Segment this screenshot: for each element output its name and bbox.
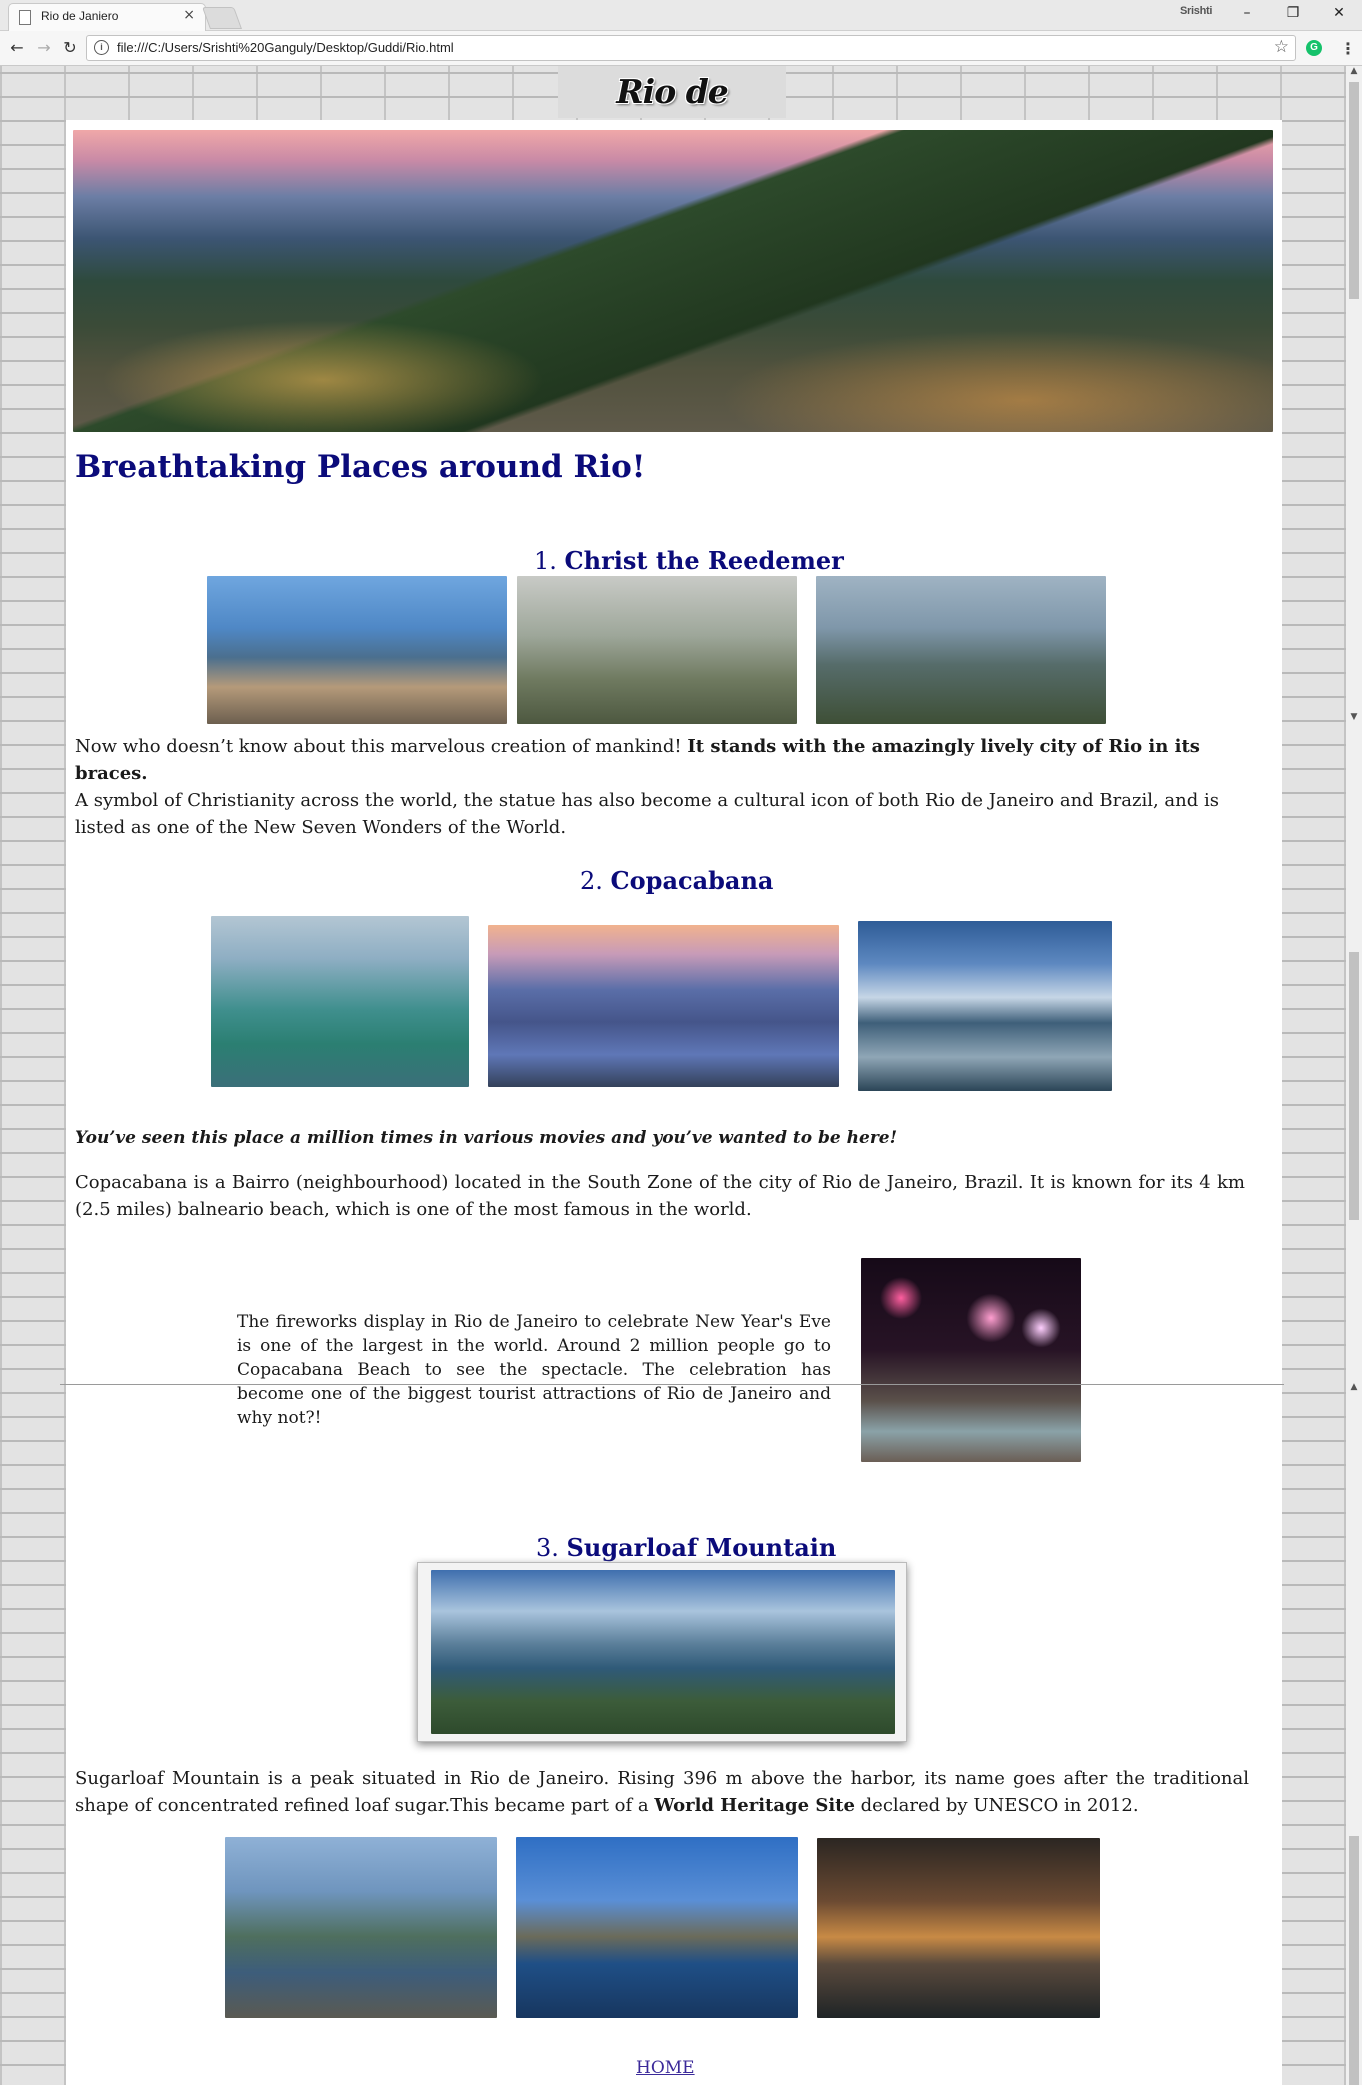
section-2-name: Copacabana	[610, 866, 774, 895]
scroll-up-arrow-icon[interactable]: ▲	[1346, 66, 1362, 76]
section-1-number: 1.	[534, 547, 557, 575]
section-3-title: 3. Sugarloaf Mountain	[536, 1533, 836, 1562]
section-1-name: Christ the Reedemer	[564, 546, 844, 575]
close-tab-icon[interactable]: ×	[183, 7, 195, 23]
close-window-button[interactable]: ✕	[1316, 2, 1362, 26]
browser-toolbar: ← → ↻ i file:///C:/Users/Srishti%20Gangu…	[0, 31, 1362, 66]
page-divider-line	[60, 1384, 1284, 1385]
info-icon[interactable]: i	[94, 40, 109, 55]
back-button[interactable]: ←	[5, 36, 29, 60]
christ-image-2	[517, 576, 797, 724]
fireworks-image	[861, 1258, 1081, 1462]
scrollbar-thumb-bottom[interactable]	[1349, 1836, 1359, 2085]
url-text[interactable]: file:///C:/Users/Srishti%20Ganguly/Deskt…	[117, 40, 454, 55]
page-scrollbar[interactable]: ▲ ▼ ▲	[1346, 66, 1362, 2085]
copacabana-image-2	[488, 925, 839, 1087]
hero-rio-panorama	[73, 130, 1273, 432]
fireworks-description: The fireworks display in Rio de Janeiro …	[237, 1312, 831, 1428]
section-1-title: 1. Christ the Reedemer	[534, 546, 844, 575]
new-tab-button[interactable]	[201, 7, 243, 29]
section-2-title: 2. Copacabana	[580, 866, 773, 895]
restore-button[interactable]: ❐	[1270, 2, 1316, 26]
reload-button[interactable]: ↻	[58, 36, 82, 60]
section-2-tagline: You’ve seen this place a million times i…	[75, 1128, 898, 1148]
section-1-more-text: A symbol of Christianity across the worl…	[75, 790, 1219, 838]
sugarloaf-panorama	[431, 1570, 895, 1734]
christ-image-1	[207, 576, 507, 724]
section-3-name: Sugarloaf Mountain	[566, 1533, 837, 1562]
forward-button[interactable]: →	[32, 36, 56, 60]
section-1-text: Now who doesn’t know about this marvelou…	[75, 736, 688, 757]
sugarloaf-image-3	[817, 1838, 1100, 2018]
tab-title: Rio de Janiero	[41, 9, 119, 23]
minimize-button[interactable]: –	[1224, 2, 1270, 26]
section-3-bold-text: World Heritage Site	[654, 1795, 855, 1816]
grammarly-extension-icon[interactable]: G	[1306, 40, 1322, 56]
copacabana-image-1	[211, 916, 469, 1087]
christ-image-3	[816, 576, 1106, 724]
scroll-arrow-icon[interactable]: ▲	[1346, 1382, 1362, 1392]
browser-menu-icon[interactable]: ⋮	[1340, 39, 1356, 58]
scroll-down-arrow-icon[interactable]: ▼	[1346, 712, 1362, 722]
copacabana-image-3	[858, 921, 1112, 1091]
home-link[interactable]: HOME	[636, 2058, 695, 2078]
profile-name[interactable]: Srishti	[1180, 5, 1212, 17]
bookmark-star-icon[interactable]: ☆	[1274, 37, 1289, 57]
section-3-end-text: declared by UNESCO in 2012.	[854, 1795, 1139, 1816]
document-icon	[19, 10, 31, 25]
scrollbar-thumb-top[interactable]	[1349, 82, 1359, 299]
tab-bar: Rio de Janiero × Srishti – ❐ ✕	[0, 0, 1362, 31]
address-bar[interactable]: i file:///C:/Users/Srishti%20Ganguly/Des…	[86, 35, 1296, 61]
section-1-description: Now who doesn’t know about this marvelou…	[75, 733, 1265, 841]
section-3-number: 3.	[536, 1534, 559, 1562]
browser-tab[interactable]: Rio de Janiero ×	[8, 3, 206, 31]
sugarloaf-image-1	[225, 1837, 497, 2018]
section-3-description: Sugarloaf Mountain is a peak situated in…	[75, 1765, 1249, 1819]
sugarloaf-image-2	[516, 1837, 798, 2018]
section-2-description: Copacabana is a Bairro (neighbourhood) l…	[75, 1172, 1245, 1220]
scrollbar-thumb-middle[interactable]	[1349, 952, 1359, 1220]
section-2-number: 2.	[580, 867, 603, 895]
page-banner: Rio de Janeiro	[558, 66, 786, 163]
main-heading: Breathtaking Places around Rio!	[75, 449, 646, 485]
